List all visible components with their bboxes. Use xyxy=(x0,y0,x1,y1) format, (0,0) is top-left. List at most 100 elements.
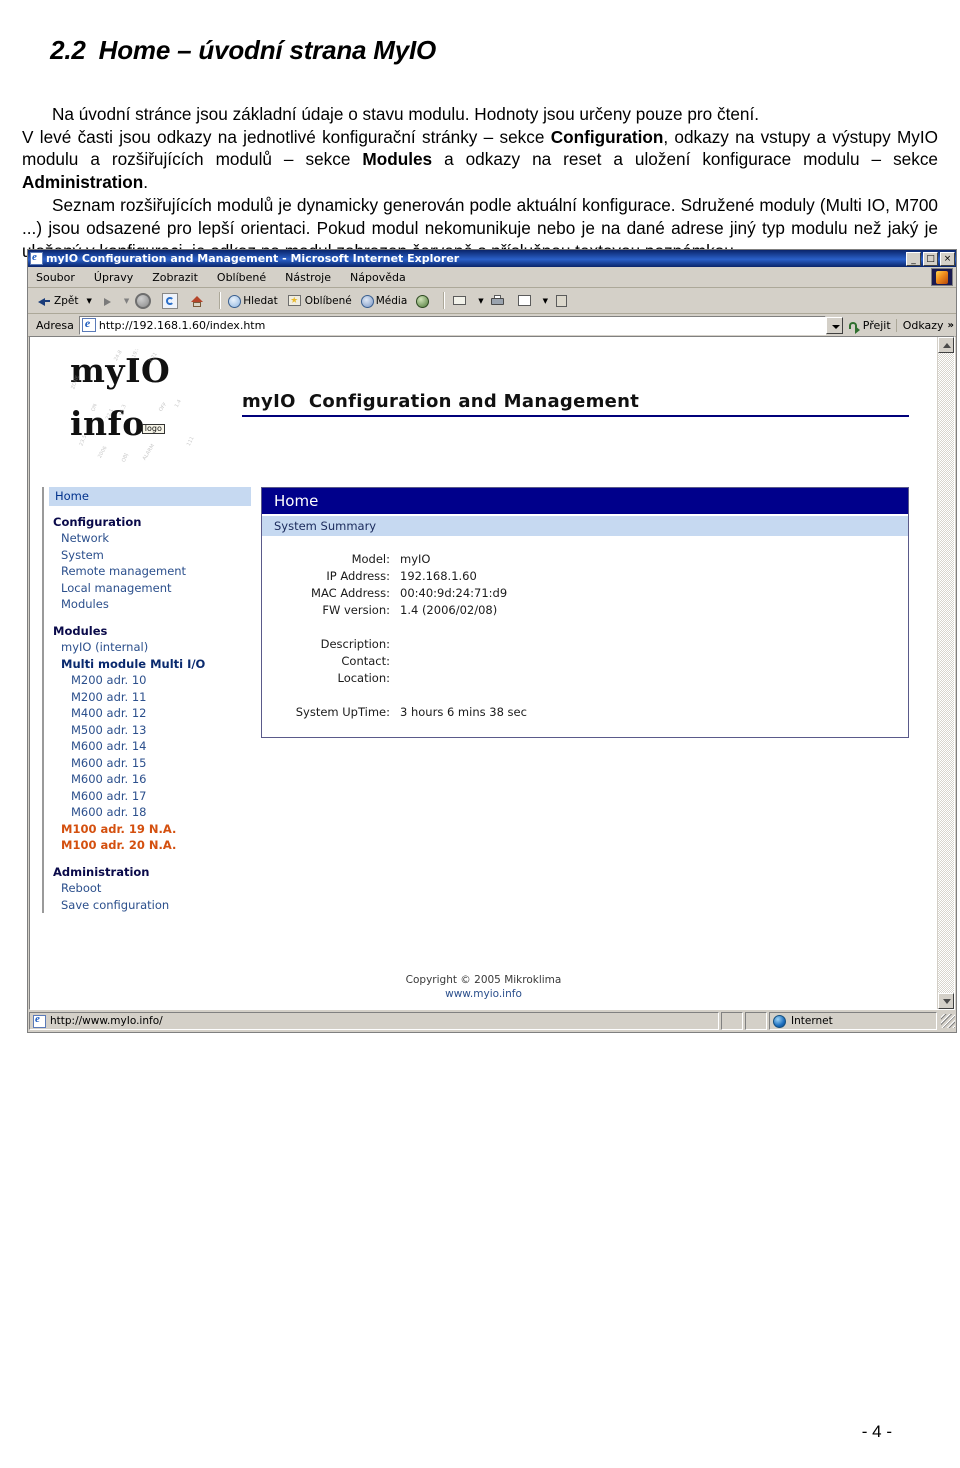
scroll-down-icon[interactable] xyxy=(938,993,954,1009)
internet-explorer-window: myIO Configuration and Management - Micr… xyxy=(27,249,957,1033)
sidebar-item-m100-19-na[interactable]: M100 adr. 19 N.A. xyxy=(49,821,251,838)
sidebar-item-network[interactable]: Network xyxy=(49,530,251,547)
close-button[interactable]: × xyxy=(940,251,955,266)
paragraph-one-line-one: Na úvodní stránce jsou základní údaje o … xyxy=(52,103,760,124)
sidebar-item-m200-10[interactable]: M200 adr. 10 xyxy=(49,672,251,689)
refresh-button[interactable] xyxy=(160,292,182,310)
edit-button[interactable] xyxy=(515,292,537,310)
favorites-icon xyxy=(287,293,303,309)
mail-dropdown-icon[interactable]: ▼ xyxy=(478,297,483,305)
links-label: Odkazy xyxy=(902,318,944,332)
section-heading-title: Home – úvodní strana MyIO xyxy=(98,34,437,65)
system-summary-table: Model: myIO IP Address: 192.168.1.60 MAC… xyxy=(262,537,908,737)
menu-item-nastroje[interactable]: Nástroje xyxy=(285,271,331,284)
sidebar-item-m100-20-na[interactable]: M100 adr. 20 N.A. xyxy=(49,837,251,854)
links-button[interactable]: Odkazy » xyxy=(895,318,954,332)
sidebar-navigation: Home Configuration Network System Remote… xyxy=(42,487,251,913)
search-label: Hledat xyxy=(243,294,278,307)
address-input[interactable]: http://192.168.1.60/index.htm xyxy=(78,315,826,335)
status-pane-b xyxy=(745,1012,767,1030)
resize-grip-icon[interactable] xyxy=(941,1014,955,1028)
sidebar-item-myio-internal[interactable]: myIO (internal) xyxy=(49,639,251,656)
summary-row-fw-version: FW version: 1.4 (2006/02/08) xyxy=(262,602,908,619)
address-bar: Adresa http://192.168.1.60/index.htm Pře… xyxy=(28,314,956,337)
mail-button[interactable] xyxy=(450,292,472,310)
summary-value-model: myIO xyxy=(400,552,431,566)
favorites-button[interactable]: Oblíbené xyxy=(285,292,354,310)
footer-site-link[interactable]: www.myio.info xyxy=(30,987,937,1001)
sidebar-item-save-configuration[interactable]: Save configuration xyxy=(49,897,251,914)
internet-zone-icon xyxy=(773,1014,786,1028)
sidebar-item-local-management[interactable]: Local management xyxy=(49,580,251,597)
scroll-up-icon[interactable] xyxy=(938,337,954,353)
p1-bold-configuration: Configuration xyxy=(550,126,664,147)
web-page: 24.8 19.5 3.21 ON 22.1 55.3 OFF 1.4 23.5… xyxy=(30,337,937,1009)
vertical-scrollbar[interactable] xyxy=(937,337,954,1009)
sidebar-item-m600-17[interactable]: M600 adr. 17 xyxy=(49,788,251,805)
sidebar-item-m600-15[interactable]: M600 adr. 15 xyxy=(49,755,251,772)
sidebar-item-m500-13[interactable]: M500 adr. 13 xyxy=(49,722,251,739)
status-pane-a xyxy=(721,1012,743,1030)
sidebar-item-m200-11[interactable]: M200 adr. 11 xyxy=(49,689,251,706)
close-icon: × xyxy=(943,253,952,264)
svg-text:OBJ: OBJ xyxy=(121,453,130,463)
discuss-button[interactable] xyxy=(552,292,574,310)
search-button[interactable]: Hledat xyxy=(226,293,280,309)
menu-item-napoveda[interactable]: Nápověda xyxy=(350,271,406,284)
go-button[interactable]: Přejit xyxy=(848,319,891,334)
edit-dropdown-icon[interactable]: ▼ xyxy=(543,297,548,305)
sidebar-item-m600-18[interactable]: M600 adr. 18 xyxy=(49,804,251,821)
site-logo[interactable]: 24.8 19.5 3.21 ON 22.1 55.3 OFF 1.4 23.5… xyxy=(70,349,220,465)
menu-item-oblibene[interactable]: Oblíbené xyxy=(217,271,266,284)
summary-label-ip-address: IP Address: xyxy=(326,569,390,583)
minimize-button[interactable]: _ xyxy=(906,251,921,266)
sidebar-item-system[interactable]: System xyxy=(49,547,251,564)
summary-row-location: Location: xyxy=(262,670,908,687)
back-dropdown-icon[interactable]: ▼ xyxy=(86,297,91,305)
browser-viewport: 24.8 19.5 3.21 ON 22.1 55.3 OFF 1.4 23.5… xyxy=(29,336,955,1010)
back-icon xyxy=(36,293,52,309)
address-dropdown-button[interactable] xyxy=(825,316,843,334)
history-button[interactable] xyxy=(414,293,433,309)
maximize-button[interactable]: □ xyxy=(923,251,938,266)
sidebar-item-multi-module[interactable]: Multi module Multi I/O xyxy=(49,656,251,673)
window-title-bar: myIO Configuration and Management - Micr… xyxy=(28,250,956,267)
menu-item-upravy[interactable]: Úpravy xyxy=(94,271,133,284)
sidebar-item-modules-config[interactable]: Modules xyxy=(49,596,251,613)
p1-text-c: a odkazy na reset a uložení konfigurace … xyxy=(432,149,938,170)
menu-bar: Soubor Úpravy Zobrazit Oblíbené Nástroje… xyxy=(28,267,956,288)
summary-label-fw-version: FW version: xyxy=(322,603,390,617)
print-button[interactable] xyxy=(488,292,510,310)
media-button[interactable]: Média xyxy=(359,293,410,309)
logo-line-1: myIO xyxy=(70,351,171,390)
sidebar-item-m600-16[interactable]: M600 adr. 16 xyxy=(49,771,251,788)
summary-spacer-2 xyxy=(262,687,908,704)
minimize-icon: _ xyxy=(911,254,916,265)
forward-button[interactable] xyxy=(96,292,118,310)
stop-icon xyxy=(135,292,152,309)
sidebar-item-reboot[interactable]: Reboot xyxy=(49,880,251,897)
sidebar-item-home[interactable]: Home xyxy=(49,487,251,506)
content-section-header: System Summary xyxy=(262,514,908,537)
home-button[interactable] xyxy=(187,292,209,310)
print-icon xyxy=(490,293,506,309)
ie-app-icon xyxy=(30,251,43,265)
edit-icon xyxy=(517,293,533,309)
summary-label-description: Description: xyxy=(320,637,390,651)
summary-row-description: Description: xyxy=(262,636,908,653)
sidebar-item-m600-14[interactable]: M600 adr. 14 xyxy=(49,738,251,755)
scrollbar-track[interactable] xyxy=(938,353,954,993)
sidebar-item-remote-management[interactable]: Remote management xyxy=(49,563,251,580)
page-body: Home Configuration Network System Remote… xyxy=(30,465,937,913)
svg-text:2006: 2006 xyxy=(97,445,109,459)
forward-dropdown-icon[interactable]: ▼ xyxy=(124,297,129,305)
back-button[interactable]: Zpět xyxy=(34,292,80,310)
section-heading: 2.2 Home – úvodní strana MyIO xyxy=(22,6,938,96)
toolbar-separator-2 xyxy=(443,292,446,309)
menu-item-zobrazit[interactable]: Zobrazit xyxy=(152,271,198,284)
summary-label-contact: Contact: xyxy=(341,654,390,668)
stop-button[interactable] xyxy=(133,292,155,310)
refresh-icon xyxy=(162,292,179,309)
menu-item-soubor[interactable]: Soubor xyxy=(36,271,75,284)
sidebar-item-m400-12[interactable]: M400 adr. 12 xyxy=(49,705,251,722)
